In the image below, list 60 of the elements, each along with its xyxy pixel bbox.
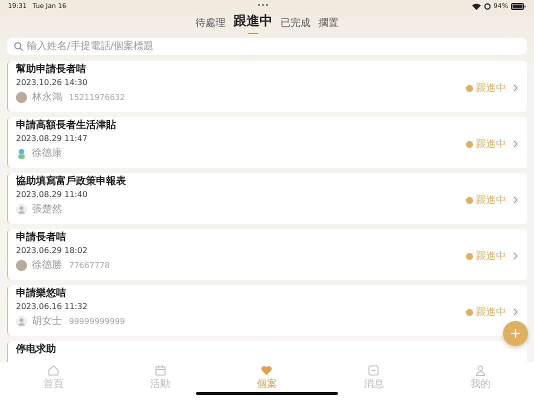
avatar-photo-placeholder [16,92,27,102]
status-tab[interactable]: 擱置 [318,16,338,34]
case-time: 2023.08.29 11:47 [16,134,88,144]
chevron-right-icon [513,84,518,92]
status-dot-icon [466,84,473,92]
case-status: 跟進中 [476,82,506,95]
client-name: 張楚然 [32,202,62,216]
case-card[interactable]: 停电求助 [7,341,527,362]
case-title: 申請樂悠咭 [16,288,67,300]
case-time: 2023.06.29 18:02 [16,246,88,256]
chevron-right-icon [513,308,518,316]
case-card[interactable]: 協助填寫富戶政策申報表 2023.08.29 11:40 張楚然 跟進中 [7,173,527,224]
status-dot-icon [466,140,473,148]
client-phone: 77667778 [69,260,110,270]
heart-icon [261,365,272,376]
status-tab[interactable]: 跟進中 [234,12,272,34]
case-status: 跟進中 [476,194,506,207]
case-card[interactable]: 申請高額長者生活津貼 2023.08.29 11:47 徐德康 跟進中 [7,117,527,168]
search-field[interactable]: 輸入姓名/手提電話/個案標題 [7,38,527,55]
case-title: 停电求助 [16,344,57,356]
wifi-icon [472,2,481,10]
case-card[interactable]: 幫助申請長者咭 2023.10.26 14:30 林永鴻 15211976632 跟進中 [7,61,527,112]
avatar-silhouette-icon [16,316,27,326]
case-title: 幫助申請長者咭 [16,64,87,76]
case-status: 跟進中 [476,306,506,319]
case-title: 申請長者咭 [16,232,67,244]
client-name: 徐德康 [32,146,62,160]
client-name: 徐德勝 [32,258,62,272]
status-dot-icon [466,308,473,316]
message-icon [368,365,380,376]
calendar-icon [154,365,166,376]
client-name: 林永鴻 [32,90,62,104]
case-time: 2023.08.29 11:40 [16,190,88,200]
plus-icon [511,329,520,338]
avatar-photo-placeholder [16,260,27,270]
status-dot-icon [466,252,473,260]
client-phone: 99999999999 [69,316,125,326]
cartoon-avatar-icon [16,148,27,158]
battery-icon [511,2,526,10]
lock-rotation-icon [484,2,491,10]
client-phone: 15211976632 [69,92,125,102]
status-tab[interactable]: 已完成 [280,16,310,34]
case-title: 申請高額長者生活津貼 [16,120,117,132]
client-name: 胡女士 [32,314,62,328]
case-card[interactable]: 申請樂悠咭 2023.06.16 11:32 胡女士 99999999999 跟進中 [7,285,527,336]
case-title: 協助填寫富戶政策申報表 [16,176,127,188]
status-tab[interactable]: 待處理 [196,16,226,34]
case-card[interactable]: 申請長者咭 2023.06.29 18:02 徐德勝 77667778 跟進中 [7,229,527,280]
home-icon [48,365,59,376]
case-status: 跟進中 [476,250,506,263]
chevron-right-icon [513,196,518,204]
case-status: 跟進中 [476,138,506,151]
status-dot-icon [466,196,473,204]
search-icon [14,42,23,51]
avatar-silhouette-icon [16,204,27,214]
chevron-right-icon [513,140,518,148]
person-icon [475,365,486,376]
chevron-right-icon [513,252,518,260]
case-time: 2023.10.26 14:30 [16,78,88,88]
case-time: 2023.06.16 11:32 [16,302,88,312]
